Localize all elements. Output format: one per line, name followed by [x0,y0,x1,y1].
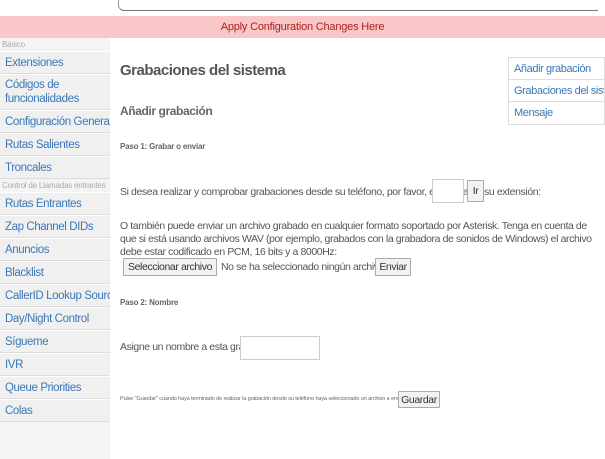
select-file-button[interactable]: Seleccionar archivo [123,258,217,276]
right-panel-system-recordings[interactable]: Grabaciones del sistema [509,80,604,102]
apply-config-bar[interactable]: Apply Configuration Changes Here [0,16,605,38]
right-panel-add-recording[interactable]: Añadir grabación [509,58,604,80]
sidebar-item-colas[interactable]: Colas [0,399,110,422]
sidebar-item-rutas-entrantes[interactable]: Rutas Entrantes [0,192,110,215]
sidebar-item-sigueme[interactable]: Sígueme [0,330,110,353]
sidebar: Básico Extensiones Códigos de funcionali… [0,38,110,459]
window-edge [118,0,598,11]
sidebar-item-codigos[interactable]: Códigos de funcionalidades [0,74,110,110]
sidebar-section-basic: Básico [2,40,25,49]
sidebar-item-anuncios[interactable]: Anuncios [0,238,110,261]
apply-config-label: Apply Configuration Changes Here [220,21,385,33]
step2-heading: Paso 2: Nombre [120,298,179,307]
sidebar-section-inbound: Control de Llamadas entrantes [2,181,106,190]
section-title: Añadir grabación [120,104,213,118]
right-panel-message[interactable]: Mensaje [509,102,604,124]
sidebar-item-rutas-salientes[interactable]: Rutas Salientes [0,133,110,156]
save-button[interactable]: Guardar [398,391,440,408]
sidebar-item-extensiones[interactable]: Extensiones [0,51,110,74]
sidebar-item-ivr[interactable]: IVR [0,353,110,376]
page-title: Grabaciones del sistema [120,62,286,79]
go-button[interactable]: Ir [467,180,484,202]
sidebar-item-troncales[interactable]: Troncales [0,156,110,179]
upload-description: O también puede enviar un archivo grabad… [120,220,592,258]
sidebar-item-configuracion-general[interactable]: Configuración General [0,110,110,133]
right-panel: Añadir grabación Grabaciones del sistema… [508,57,605,125]
step1-heading: Paso 1: Grabar o enviar [120,142,206,151]
sidebar-item-queue-priorities[interactable]: Queue Priorities [0,376,110,399]
no-file-text: No se ha seleccionado ningún archivo [221,261,385,273]
extension-input[interactable] [432,179,464,203]
sidebar-item-day-night[interactable]: Day/Night Control [0,307,110,330]
save-instructions: Pulse "Guardar" cuando haya terminado de… [120,396,406,402]
recording-name-input[interactable] [240,336,320,360]
sidebar-item-zap-channel-dids[interactable]: Zap Channel DIDs [0,215,110,238]
send-button[interactable]: Enviar [375,258,411,276]
sidebar-item-callerid-lookup[interactable]: CallerID Lookup Sources [0,284,110,307]
sidebar-item-blacklist[interactable]: Blacklist [0,261,110,284]
